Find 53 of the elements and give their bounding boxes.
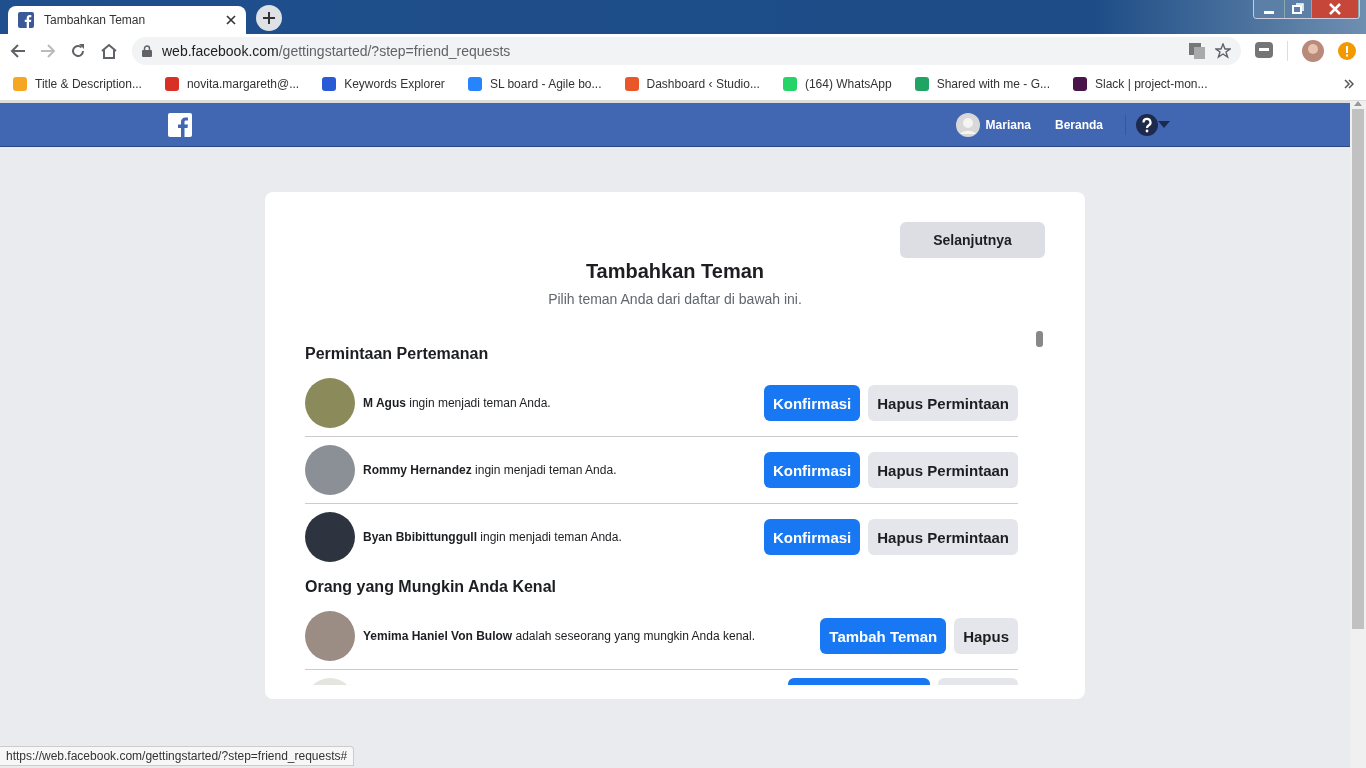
section-heading: Orang yang Mungkin Anda Kenal xyxy=(305,577,557,596)
avatar-silhouette-icon xyxy=(955,112,980,137)
address-bar[interactable]: web.facebook.com/gettingstarted/?step=friend_requests xyxy=(132,37,1241,65)
plus-icon xyxy=(263,12,275,24)
status-url-text: https://web.facebook.com/gettingstarted/?step=friend_requests# xyxy=(0,746,355,766)
profile-avatar-icon[interactable] xyxy=(1302,40,1324,62)
section-heading: Permintaan Pertemanan xyxy=(305,344,490,363)
lock-icon xyxy=(142,45,152,57)
bookmark-link[interactable]: Title & Description... xyxy=(12,76,142,92)
facebook-logo-icon[interactable] xyxy=(168,112,192,137)
profile-link[interactable]: Mariana xyxy=(955,112,1043,137)
subtitle-text: Pilih teman Anda dari daftar di bawah ini. xyxy=(547,291,803,307)
close-icon[interactable] xyxy=(226,15,236,25)
alert-icon[interactable] xyxy=(1338,42,1356,60)
confirm-button[interactable]: Konfirmasi xyxy=(763,452,861,488)
browser-tab[interactable]: Tambahkan Teman xyxy=(8,6,246,34)
request-text: Yemima Haniel Von Bulow adalah seseorang yang mungkin Anda kenal. xyxy=(363,629,756,643)
remove-button[interactable]: Hapus xyxy=(954,618,1018,654)
delete-request-button[interactable]: Hapus Permintaan xyxy=(868,519,1018,555)
delete-request-button[interactable]: Hapus Permintaan xyxy=(868,385,1018,421)
reload-icon[interactable] xyxy=(70,43,86,59)
confirm-button[interactable]: Konfirmasi xyxy=(763,385,861,421)
tab-title: Tambahkan Teman xyxy=(44,13,147,27)
next-button[interactable]: Selanjutnya xyxy=(900,222,1045,258)
scroll-up-arrow-icon[interactable] xyxy=(1354,101,1362,106)
delete-request-button[interactable]: Hapus Permintaan xyxy=(868,452,1018,488)
new-tab-button[interactable] xyxy=(256,5,282,31)
bookmark-link[interactable]: Keywords Explorer xyxy=(321,76,445,92)
help-icon[interactable] xyxy=(1136,113,1158,136)
page-scrollbar-thumb[interactable] xyxy=(1352,109,1364,629)
request-text: Byan Bbibittunggull ingin menjadi teman Anda. xyxy=(363,530,623,544)
bookmark-link[interactable]: novita.margareth@... xyxy=(163,76,300,92)
facebook-icon xyxy=(18,12,34,28)
avatar-photo[interactable] xyxy=(305,512,355,562)
home-icon[interactable] xyxy=(100,43,118,59)
home-link[interactable]: Beranda xyxy=(1042,117,1115,132)
bookmark-link[interactable]: Shared with me - G... xyxy=(913,76,1050,92)
scrollbar-thumb[interactable] xyxy=(1036,331,1043,347)
bookmark-link[interactable]: Slack | project-mon... xyxy=(1072,76,1208,92)
bookmark-link[interactable]: Dashboard ‹ Studio... xyxy=(623,76,760,92)
caret-down-icon[interactable] xyxy=(1158,121,1170,128)
chevron-double-icon[interactable] xyxy=(1344,79,1354,89)
bookmark-link[interactable]: SL board - Agile bo... xyxy=(466,76,602,92)
minimize-icon[interactable] xyxy=(1254,0,1285,18)
bookmark-link[interactable]: (164) WhatsApp xyxy=(781,76,892,92)
star-icon[interactable] xyxy=(1215,43,1231,59)
request-text: M Agus ingin menjadi teman Anda. xyxy=(363,396,552,410)
card-title: Tambahkan Teman xyxy=(584,260,766,283)
url-text: web.facebook.com/gettingstarted/?step=friend_requests xyxy=(162,43,512,59)
request-text: Rommy Hernandez ingin menjadi teman Anda. xyxy=(363,463,618,477)
back-arrow-icon[interactable] xyxy=(10,43,26,59)
add-friend-button[interactable]: Tambah Teman xyxy=(820,618,947,654)
confirm-button[interactable]: Konfirmasi xyxy=(763,519,861,555)
